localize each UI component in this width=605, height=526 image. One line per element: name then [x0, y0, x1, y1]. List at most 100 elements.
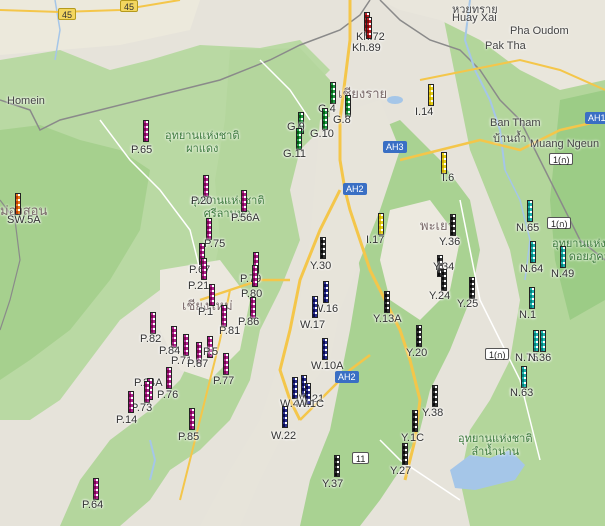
station-marker[interactable]: [527, 200, 533, 222]
station-marker-label: Y.20: [406, 347, 428, 359]
station-marker[interactable]: [221, 305, 227, 327]
road-shield-1-a: 1(ก): [549, 153, 574, 165]
station-marker[interactable]: [530, 241, 536, 263]
station-marker[interactable]: [450, 214, 456, 236]
station-marker-label: P.85: [178, 431, 200, 443]
station-marker[interactable]: [402, 443, 408, 465]
station-marker[interactable]: [416, 325, 422, 347]
station-marker[interactable]: [540, 330, 546, 352]
station-marker-label: I.14: [415, 106, 434, 118]
road-shield-ah13: AH13: [585, 112, 605, 124]
road-shield-ah2: AH2: [343, 183, 367, 195]
station-marker[interactable]: [322, 338, 328, 360]
station-marker[interactable]: [189, 408, 195, 430]
station-marker-label: N.65: [516, 222, 540, 234]
station-marker[interactable]: [441, 152, 447, 174]
station-marker-label: P.86: [238, 316, 260, 328]
station-marker[interactable]: [320, 237, 326, 259]
station-marker-label: P.14: [116, 414, 138, 426]
station-marker-label: Y.25: [457, 298, 479, 310]
station-marker-label: G.8: [333, 114, 351, 126]
station-marker-label: N.1: [519, 309, 537, 321]
station-marker-label: P.77: [213, 375, 235, 387]
station-marker[interactable]: [206, 218, 212, 240]
station-marker[interactable]: [282, 406, 288, 428]
station-marker[interactable]: [209, 284, 215, 306]
station-marker[interactable]: [150, 312, 156, 334]
station-marker-label: SW.5A: [7, 214, 41, 226]
station-marker-label: W.22: [271, 430, 297, 442]
station-marker[interactable]: [469, 277, 475, 299]
station-marker-label: N.36: [528, 352, 552, 364]
station-marker-label: P.82: [140, 333, 162, 345]
station-marker[interactable]: [323, 281, 329, 303]
road-shield-1-c: 1(ก): [485, 348, 510, 360]
station-marker[interactable]: [15, 193, 21, 215]
station-marker-label: P.81: [219, 325, 241, 337]
station-marker-label: P.87: [187, 358, 209, 370]
station-marker-label: P.67: [189, 264, 211, 276]
station-marker[interactable]: [322, 108, 328, 130]
station-marker[interactable]: [560, 246, 566, 268]
station-marker-label: Kh.89: [352, 42, 381, 54]
station-marker[interactable]: [201, 258, 207, 280]
station-marker[interactable]: [521, 366, 527, 388]
station-marker[interactable]: [432, 385, 438, 407]
station-marker[interactable]: [183, 334, 189, 356]
map-canvas[interactable]: เชียงราย พะเยา ม่องสอน เชียงใหม่ หวยทราย…: [0, 0, 605, 526]
station-marker-label: P.1: [198, 306, 214, 318]
station-marker-label: G.10: [310, 128, 334, 140]
station-marker-label: Y.37: [322, 478, 344, 490]
station-marker-label: P.79: [240, 273, 262, 285]
station-marker[interactable]: [330, 82, 336, 104]
station-marker[interactable]: [166, 367, 172, 389]
station-marker-label: P.64: [82, 499, 104, 511]
station-marker[interactable]: [529, 287, 535, 309]
station-marker-label: Y.30: [310, 260, 332, 272]
station-marker-label: P.73: [131, 402, 153, 414]
station-marker-label: P.65: [131, 144, 153, 156]
station-marker[interactable]: [128, 391, 134, 413]
place-label-pak-tha: Pak Tha: [485, 40, 526, 52]
station-marker-label: W.10A: [311, 360, 344, 372]
station-marker-label: N.63: [510, 387, 534, 399]
station-marker[interactable]: [203, 175, 209, 197]
station-marker-label: Y.38: [422, 407, 444, 419]
park-label-pha-daeng: อุทยานแห่งชาติ ผาแดง: [165, 130, 240, 155]
road-shield-45-a: 45: [58, 8, 77, 20]
station-marker[interactable]: [241, 190, 247, 212]
station-marker-label: P.76: [157, 389, 179, 401]
station-marker[interactable]: [334, 455, 340, 477]
station-marker[interactable]: [378, 213, 384, 235]
place-label-pha-oudom: Pha Oudom: [510, 25, 569, 37]
station-marker[interactable]: [412, 410, 418, 432]
station-marker[interactable]: [296, 128, 302, 150]
station-marker[interactable]: [428, 84, 434, 106]
station-marker-label: I.6: [442, 172, 455, 184]
station-marker[interactable]: [144, 381, 150, 403]
station-marker-label: I.17: [366, 234, 385, 246]
place-label-ban-tham-thai: บ้านถ้ำ: [493, 133, 527, 145]
station-marker[interactable]: [223, 353, 229, 375]
place-label-homein: Homein: [7, 95, 45, 107]
place-label-muang-ngeun: Muang Ngeun: [530, 138, 600, 150]
road-shield-45-b: 45: [120, 0, 139, 12]
station-marker-label: N.64: [520, 263, 544, 275]
station-marker[interactable]: [533, 330, 539, 352]
station-marker[interactable]: [143, 120, 149, 142]
station-marker[interactable]: [312, 296, 318, 318]
station-marker[interactable]: [93, 478, 99, 500]
place-label-huay-xai: Huay Xai: [452, 12, 497, 24]
road-shield-ah2-south: AH2: [335, 371, 359, 383]
station-marker-label: G.11: [283, 148, 307, 160]
place-label-ban-tham: Ban Tham: [490, 117, 541, 129]
station-marker-label: P.5: [203, 346, 219, 358]
station-marker[interactable]: [252, 265, 258, 287]
road-shield-1-b: 1(ก): [547, 217, 572, 229]
station-marker[interactable]: [441, 269, 447, 291]
station-marker-label: Y.36: [439, 236, 461, 248]
station-marker[interactable]: [384, 291, 390, 313]
station-marker-label: P.21: [188, 280, 210, 292]
station-marker[interactable]: [366, 17, 372, 39]
station-marker[interactable]: [292, 377, 298, 399]
